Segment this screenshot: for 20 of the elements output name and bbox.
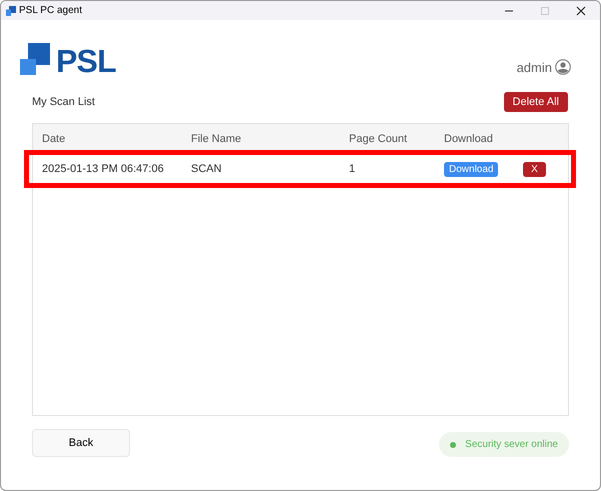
delete-all-button[interactable]: Delete All [504,92,568,112]
user-name: admin [516,58,552,76]
table-cell-text: 2025-01-13 PM 06:47:06 [41,162,165,177]
back-button[interactable]: Back [32,429,130,457]
app-icon [6,6,16,16]
column-header: Download [444,132,494,147]
list-title: My Scan List [32,94,95,110]
column-header: File Name [191,132,242,147]
logo-icon [20,43,51,75]
table-cell-text: SCAN [191,162,223,177]
logo-text: PSL [56,47,116,75]
column-header: Date [41,132,66,147]
delete-button[interactable]: X [523,162,546,176]
window-title: PSL PC agent [19,4,82,18]
table-cell-text: 1 [349,162,356,177]
status-text: Security sever online [465,438,558,452]
column-header: Page Count [349,132,408,147]
close-icon[interactable] [576,6,586,16]
user-avatar-icon[interactable] [555,59,571,76]
download-button[interactable]: Download [444,162,498,177]
